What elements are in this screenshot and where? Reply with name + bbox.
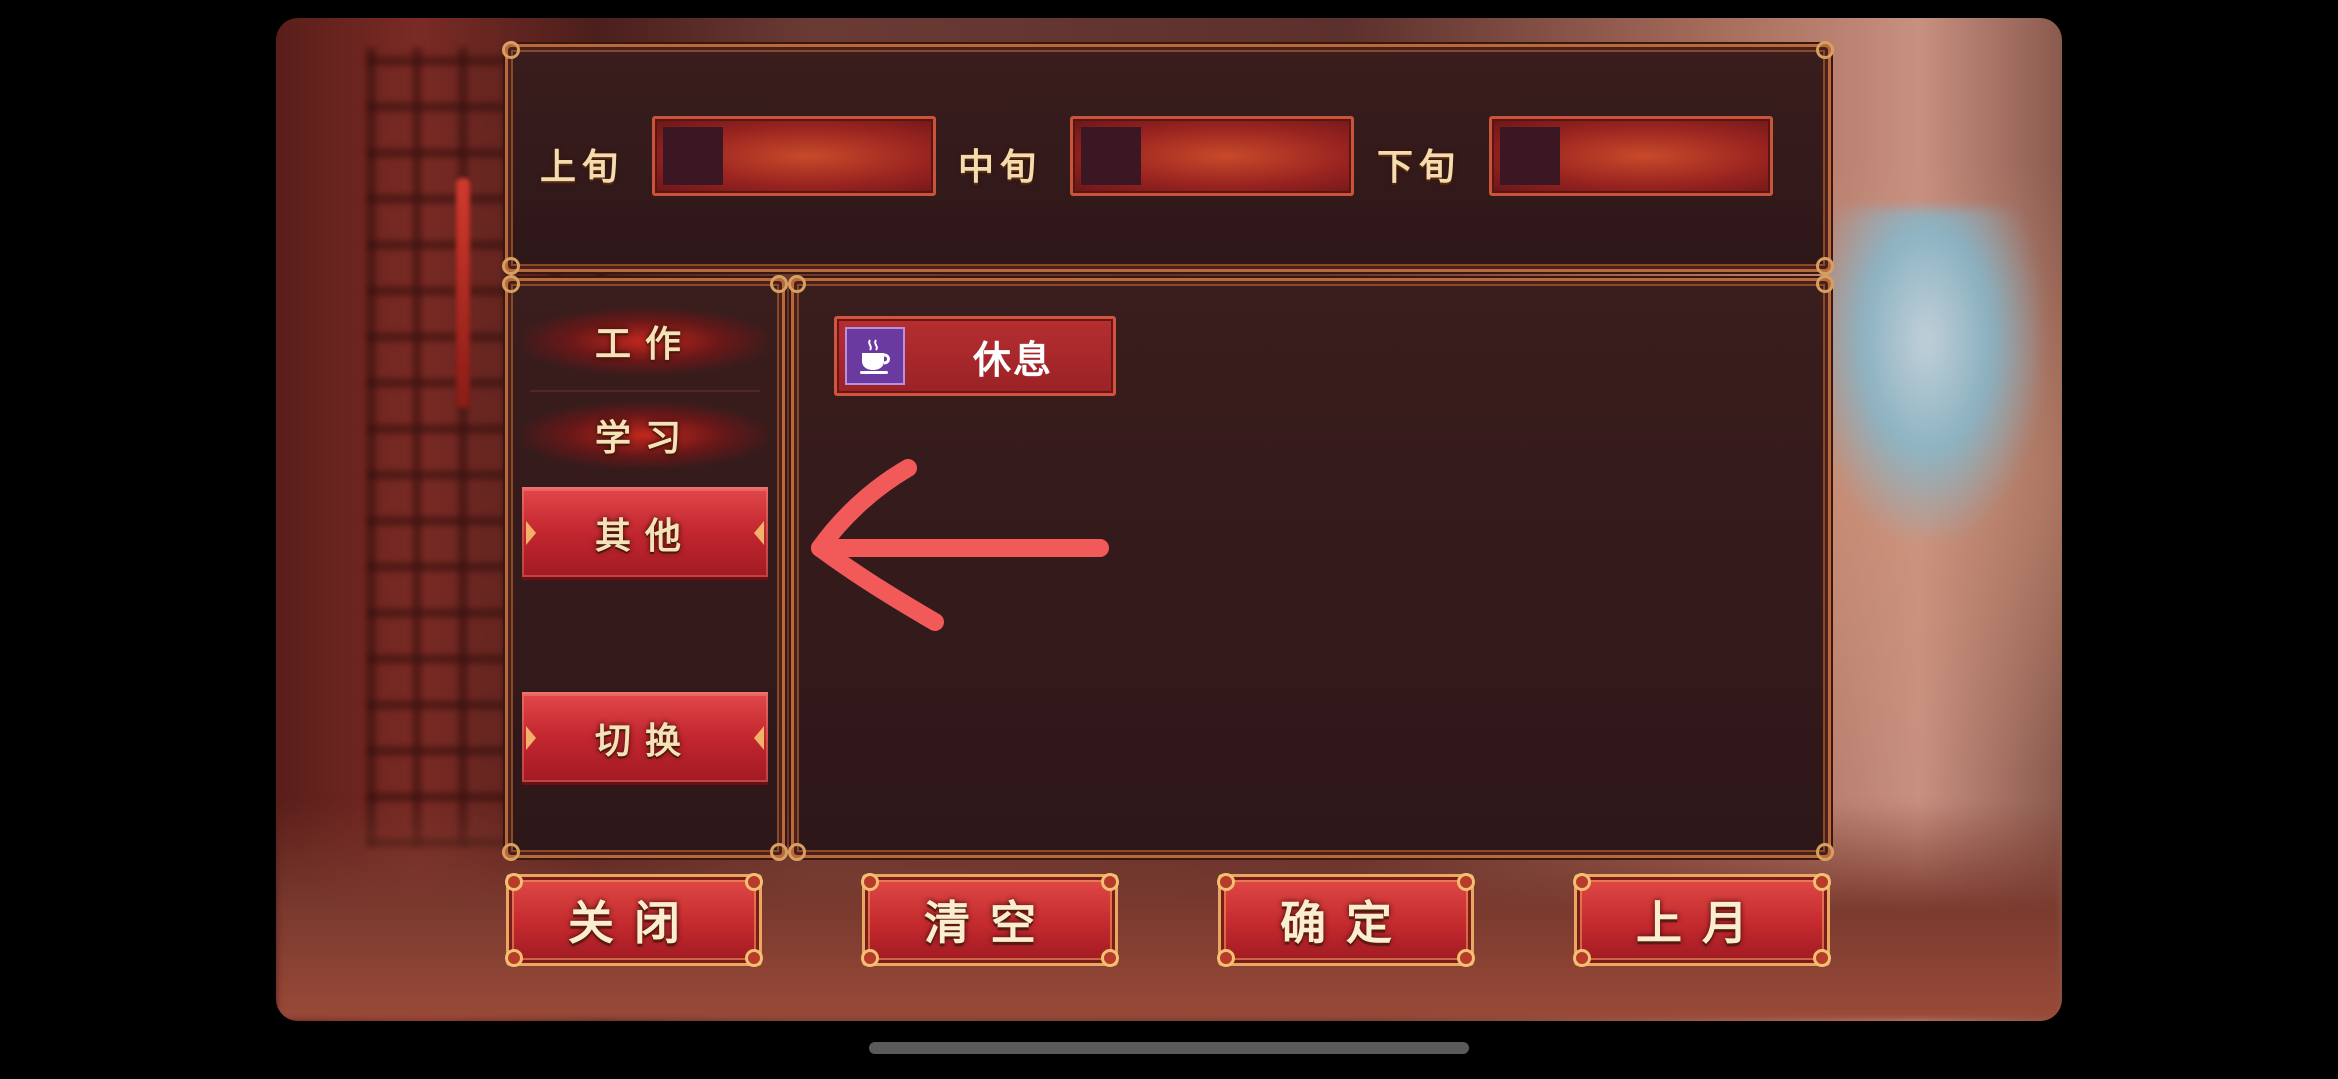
button-ornament [1217, 873, 1235, 891]
tab-work[interactable]: 工作 [522, 308, 768, 374]
button-ornament [505, 873, 523, 891]
switch-button-label: 切换 [594, 720, 695, 762]
background-window [1812, 208, 2042, 538]
tab-study[interactable]: 学习 [522, 402, 768, 468]
close-button-label: 关闭 [568, 896, 700, 950]
button-ornament [745, 949, 763, 967]
confirm-button[interactable]: 确定 [1217, 873, 1475, 967]
background-tassel [456, 178, 470, 408]
coffee-cup-icon [845, 327, 905, 385]
tab-other[interactable]: 其他 [522, 487, 768, 580]
frame-ornament [502, 843, 520, 861]
switch-button[interactable]: 切换 [522, 692, 768, 785]
button-ornament [745, 873, 763, 891]
previous-month-button-label: 上月 [1636, 896, 1768, 950]
button-ornament [1457, 949, 1475, 967]
button-ornament [1573, 873, 1591, 891]
slot-mid[interactable] [1070, 116, 1354, 196]
frame-ornament [502, 257, 520, 275]
close-button[interactable]: 关闭 [505, 873, 763, 967]
chevron-left-icon [526, 521, 536, 545]
frame-ornament [1816, 275, 1834, 293]
previous-month-button[interactable]: 上月 [1573, 873, 1831, 967]
home-indicator[interactable] [869, 1042, 1469, 1054]
button-ornament [505, 949, 523, 967]
slot-early[interactable] [652, 116, 936, 196]
divider [530, 390, 760, 392]
slot-label-mid: 中旬 [958, 146, 1043, 188]
button-ornament [1217, 949, 1235, 967]
clear-button-label: 清空 [924, 896, 1056, 950]
button-ornament [1457, 873, 1475, 891]
slot-late[interactable] [1489, 116, 1773, 196]
action-rest[interactable]: 休息 [834, 316, 1116, 396]
chevron-left-icon [526, 726, 536, 750]
slot-label-late: 下旬 [1377, 146, 1462, 188]
button-ornament [1573, 949, 1591, 967]
action-rest-label: 休息 [972, 337, 1053, 382]
frame-ornament [1816, 41, 1834, 59]
slot-mid-icon-placeholder [1081, 127, 1141, 185]
button-ornament [1813, 949, 1831, 967]
confirm-button-label: 确定 [1280, 896, 1412, 950]
tab-other-label: 其他 [594, 515, 695, 557]
button-ornament [861, 873, 879, 891]
button-ornament [1101, 949, 1119, 967]
button-ornament [861, 949, 879, 967]
frame-ornament [770, 275, 788, 293]
slot-early-icon-placeholder [663, 127, 723, 185]
button-ornament [1813, 873, 1831, 891]
chevron-right-icon [754, 726, 764, 750]
annotation-arrow-icon [811, 459, 1109, 631]
button-ornament [1101, 873, 1119, 891]
chevron-right-icon [754, 521, 764, 545]
slot-late-icon-placeholder [1500, 127, 1560, 185]
clear-button[interactable]: 清空 [861, 873, 1119, 967]
frame-ornament [788, 843, 806, 861]
slot-label-early: 上旬 [540, 146, 625, 188]
